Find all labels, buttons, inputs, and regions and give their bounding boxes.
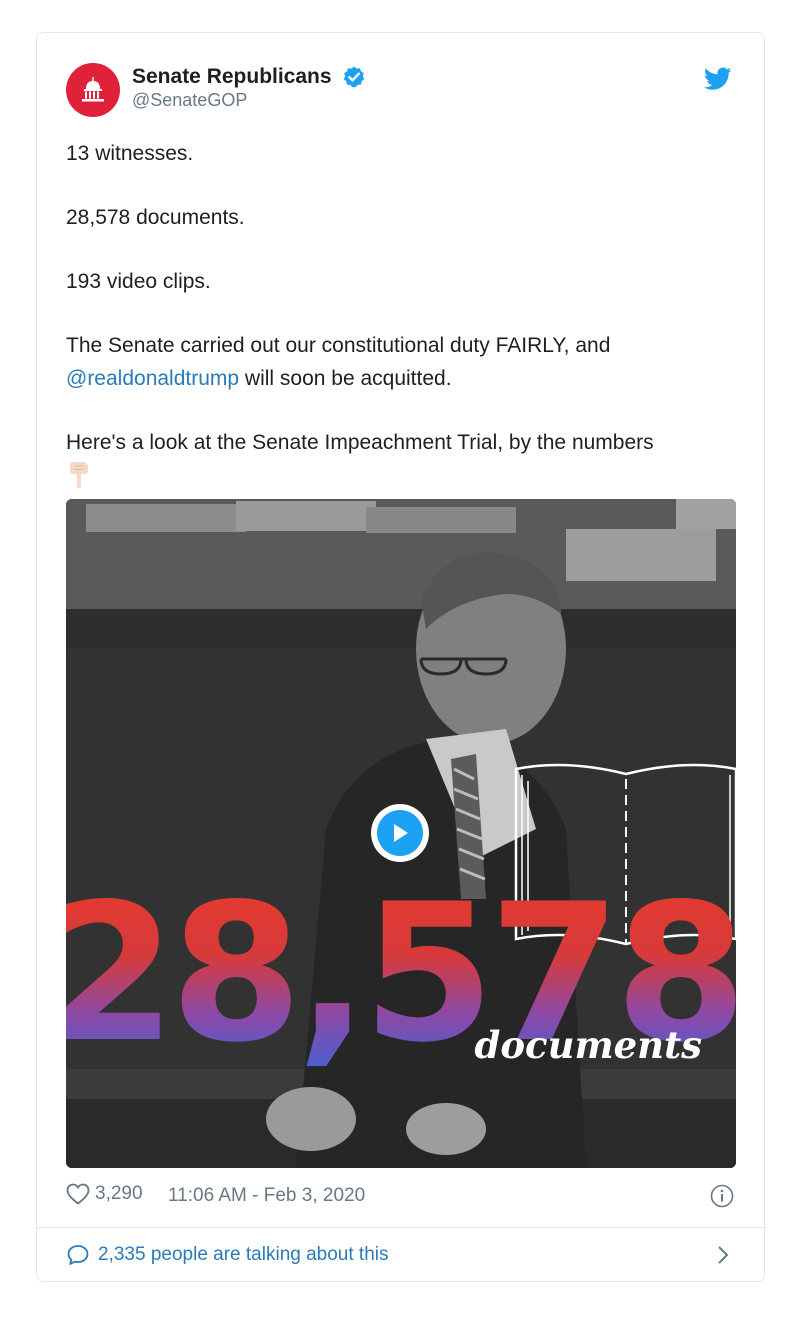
tweet-line: Here's a look at the Senate Impeachment … — [66, 431, 654, 454]
timestamp-link[interactable]: 11:06 AM - Feb 3, 2020 — [168, 1185, 365, 1207]
like-count: 3,290 — [95, 1183, 143, 1204]
tweet-line: 28,578 documents. — [66, 206, 245, 229]
tweet-text: 13 witnesses. 28,578 documents. 193 vide… — [66, 137, 736, 492]
chevron-right-icon[interactable] — [716, 1245, 730, 1265]
capitol-icon — [82, 77, 104, 102]
verified-badge-icon — [343, 66, 365, 88]
tweet-line: 13 witnesses. — [66, 142, 194, 165]
info-icon[interactable] — [710, 1184, 734, 1208]
tweet-line-text: will soon be acquitted. — [239, 367, 452, 390]
tweet-header: Senate Republicans @SenateGOP — [66, 63, 734, 119]
display-name[interactable]: Senate Republicans — [132, 65, 332, 89]
tweet-line-text: The Senate carried out our constitutiona… — [66, 334, 611, 357]
like-button[interactable]: 3,290 — [66, 1183, 143, 1205]
conversation-count: 2,335 people are talking about this — [98, 1244, 389, 1265]
pointing-down-emoji — [70, 462, 88, 488]
twitter-bird-icon[interactable] — [704, 67, 732, 91]
divider — [37, 1227, 764, 1228]
video-player[interactable]: 28,578 documents — [66, 499, 736, 1168]
tweet-line: The Senate carried out our constitutiona… — [66, 329, 736, 395]
speech-bubble-icon — [67, 1245, 89, 1265]
heart-icon — [66, 1183, 90, 1205]
tweet-card: Senate Republicans @SenateGOP 13 witness… — [36, 32, 765, 1282]
play-button[interactable] — [371, 804, 429, 862]
avatar[interactable] — [66, 63, 120, 117]
mention-link[interactable]: @realdonaldtrump — [66, 367, 239, 390]
video-caption-overlay: documents — [474, 1023, 703, 1067]
conversation-link[interactable]: 2,335 people are talking about this — [66, 1240, 734, 1270]
author-block: Senate Republicans @SenateGOP — [132, 65, 366, 111]
tweet-meta: 3,290 11:06 AM - Feb 3, 2020 — [66, 1183, 734, 1211]
tweet-line: 193 video clips. — [66, 270, 211, 293]
play-icon — [394, 824, 408, 842]
handle[interactable]: @SenateGOP — [132, 90, 366, 111]
